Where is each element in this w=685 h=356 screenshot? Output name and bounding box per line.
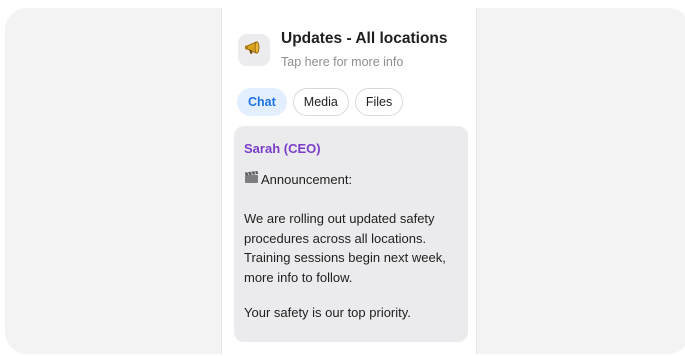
announcement-line: Announcement: [244,171,458,187]
message-bubble: Sarah (CEO) Announcement: We are rolling… [234,126,468,342]
channel-subtitle: Tap here for more info [281,55,404,69]
tab-media[interactable]: Media [292,88,349,116]
message-closing: Your safety is our top priority. [244,305,411,320]
megaphone-icon [243,37,265,64]
message-body: We are rolling out updated safety proced… [244,211,446,285]
channel-panel: Updates - All locations Tap here for mor… [221,8,477,354]
announcement-label: Announcement: [261,171,353,187]
tab-files[interactable]: Files [354,88,404,116]
message-sender: Sarah (CEO) [244,141,321,156]
tab-chat[interactable]: Chat [237,88,287,116]
app-frame: Updates - All locations Tap here for mor… [5,8,685,354]
channel-avatar [238,34,270,66]
channel-header[interactable]: Updates - All locations Tap here for mor… [238,28,468,78]
channel-tabs: Chat Media Files [237,88,404,116]
channel-title: Updates - All locations [281,30,448,47]
film-clapper-icon [244,171,259,187]
